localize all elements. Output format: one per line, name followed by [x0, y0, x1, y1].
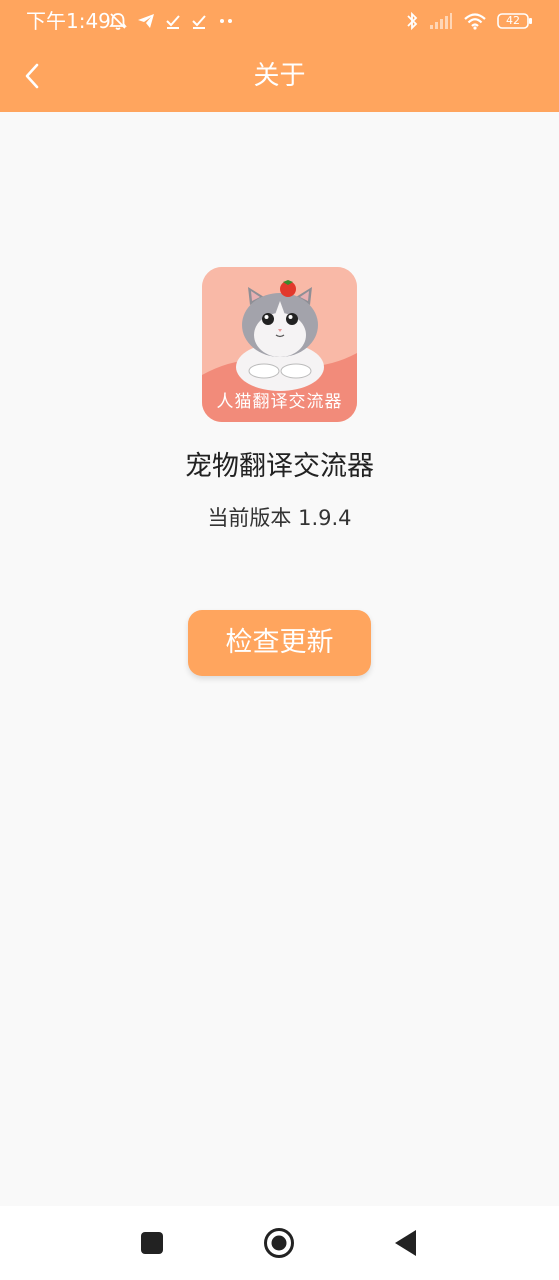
- app-icon-caption: 人猫翻译交流器: [216, 392, 343, 412]
- recents-button[interactable]: [127, 1218, 177, 1268]
- status-right-icons: 42: [405, 8, 533, 34]
- chevron-left-icon: [22, 61, 42, 91]
- app-icon: 人猫翻译交流器: [202, 267, 357, 422]
- back-triangle-icon: [394, 1229, 418, 1257]
- system-navigation-bar: [0, 1206, 559, 1280]
- more-dots-icon: [216, 15, 236, 27]
- top-bar: 下午1:49 42 关于: [0, 0, 559, 112]
- status-left-icons: [108, 8, 236, 34]
- battery-level: 42: [506, 14, 520, 27]
- app-version: 当前版本 1.9.4: [207, 506, 352, 530]
- back-nav-button[interactable]: [381, 1218, 431, 1268]
- status-time: 下午1:49: [26, 9, 111, 33]
- home-button[interactable]: [254, 1218, 304, 1268]
- wifi-icon: [463, 12, 487, 30]
- recents-square-icon: [140, 1231, 164, 1255]
- app-name: 宠物翻译交流器: [185, 451, 374, 482]
- home-circle-icon: [263, 1227, 295, 1259]
- alarm-off-icon: [108, 11, 128, 31]
- app-header: 关于: [0, 40, 559, 112]
- check-update-button[interactable]: 检查更新: [188, 610, 371, 676]
- check-icon: [190, 12, 208, 30]
- telegram-icon: [136, 11, 156, 31]
- bluetooth-icon: [405, 11, 419, 31]
- back-button[interactable]: [10, 54, 54, 98]
- check-icon: [164, 12, 182, 30]
- battery-icon: 42: [497, 12, 533, 30]
- signal-icon: [429, 12, 453, 30]
- status-bar: 下午1:49 42: [0, 0, 559, 40]
- page-title: 关于: [253, 61, 306, 91]
